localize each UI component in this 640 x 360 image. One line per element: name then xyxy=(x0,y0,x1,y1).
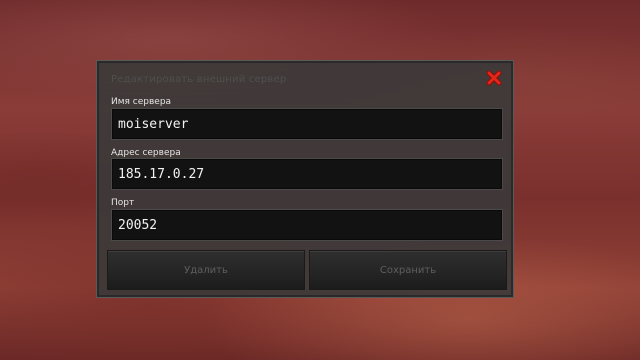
server-name-label: Имя сервера xyxy=(111,97,172,107)
close-icon xyxy=(486,70,502,86)
edit-server-dialog: Редактировать внешний сервер Имя сервера… xyxy=(96,60,514,298)
server-address-label: Адрес сервера xyxy=(111,148,181,158)
dialog-title: Редактировать внешний сервер xyxy=(111,74,287,85)
port-input[interactable] xyxy=(111,209,503,241)
delete-button[interactable]: Удалить xyxy=(107,250,305,290)
close-button[interactable] xyxy=(485,69,503,87)
save-button[interactable]: Сохранить xyxy=(309,250,507,290)
server-name-input[interactable] xyxy=(111,108,503,140)
server-address-input[interactable] xyxy=(111,158,503,190)
port-label: Порт xyxy=(111,198,135,208)
delete-button-label: Удалить xyxy=(184,264,228,276)
save-button-label: Сохранить xyxy=(379,264,437,276)
